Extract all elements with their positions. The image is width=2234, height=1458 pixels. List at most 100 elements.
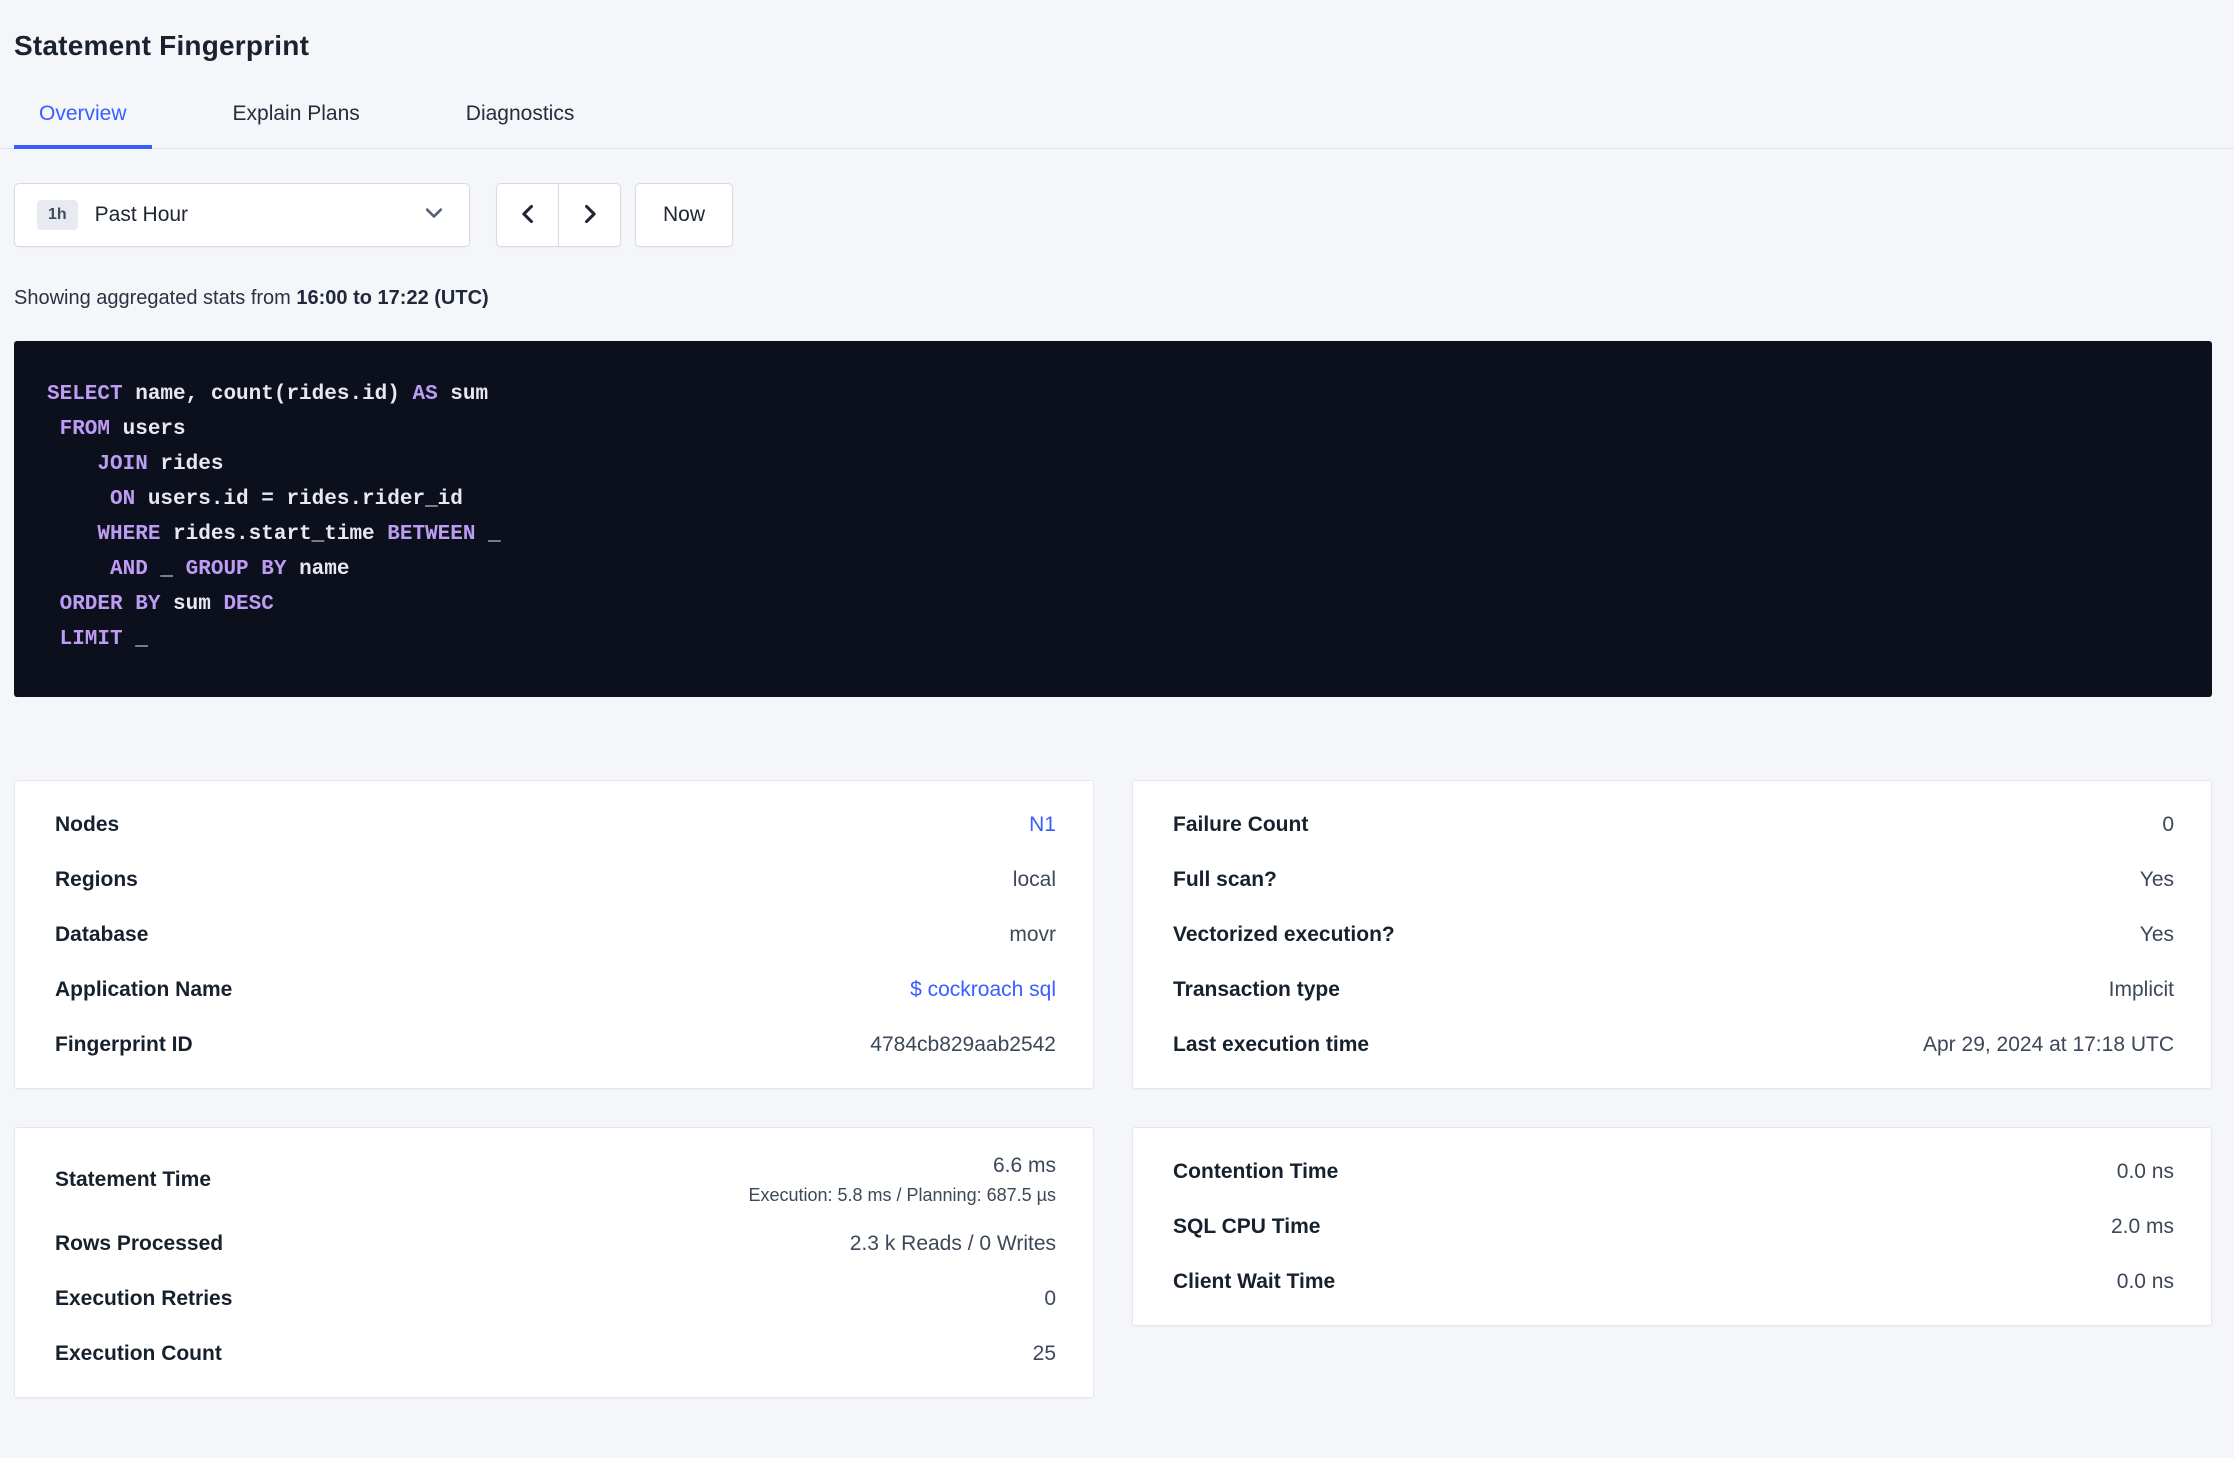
card-row: Failure Count 0 xyxy=(1173,797,2174,852)
row-value-wrap: local xyxy=(1013,868,1056,892)
chevron-right-icon xyxy=(579,203,601,228)
sql-statement-box: SELECT name, count(rides.id) AS sum FROM… xyxy=(14,341,2212,697)
row-value-link[interactable]: N1 xyxy=(1029,813,1056,836)
row-value-wrap: 6.6 ms Execution: 5.8 ms / Planning: 687.… xyxy=(748,1154,1056,1206)
row-value-link[interactable]: $ cockroach sql xyxy=(910,978,1056,1001)
row-value-wrap: Yes xyxy=(2140,923,2174,947)
card-row: Statement Time 6.6 ms Execution: 5.8 ms / … xyxy=(55,1144,1056,1216)
time-step-buttons xyxy=(496,183,621,247)
aggregated-stats-summary: Showing aggregated stats from 16:00 to 1… xyxy=(14,287,2212,310)
next-interval-button[interactable] xyxy=(558,183,621,247)
row-value: Implicit xyxy=(2108,977,2174,1001)
row-label: Regions xyxy=(55,867,138,891)
row-value: Apr 29, 2024 at 17:18 UTC xyxy=(1923,1032,2174,1056)
row-value: 0.0 ns xyxy=(2116,1159,2174,1183)
card-row: Fingerprint ID 4784cb829aab2542 xyxy=(55,1017,1056,1072)
row-value-wrap: movr xyxy=(1009,923,1056,947)
card-row: Last execution time Apr 29, 2024 at 17:18… xyxy=(1173,1017,2174,1072)
card-row: Execution Retries 0 xyxy=(55,1271,1056,1326)
row-label: Rows Processed xyxy=(55,1231,224,1255)
row-label: Failure Count xyxy=(1173,812,1309,836)
sql-keyword: BETWEEN xyxy=(387,523,476,546)
sql-keyword: WHERE xyxy=(47,523,161,546)
row-value-wrap: 0.0 ns xyxy=(2117,1270,2174,1294)
card-row: Vectorized execution? Yes xyxy=(1173,907,2174,962)
sql-text: rides xyxy=(147,453,224,476)
row-value-wrap: Apr 29, 2024 at 17:18 UTC xyxy=(1923,1033,2174,1057)
statement-fingerprint-page: Statement Fingerprint Overview Explain P… xyxy=(0,0,2234,1398)
row-value: 6.6 ms xyxy=(992,1154,1056,1177)
sql-keyword: GROUP BY xyxy=(185,558,287,581)
sql-text: users.id = rides.rider_id xyxy=(135,488,463,511)
row-label: Full scan? xyxy=(1173,867,1277,891)
tab-explain-plans[interactable]: Explain Plans xyxy=(208,96,385,148)
row-label: SQL CPU Time xyxy=(1173,1214,1321,1238)
row-label: Last execution time xyxy=(1173,1032,1370,1056)
card-statement-times: Statement Time 6.6 ms Execution: 5.8 ms / … xyxy=(14,1127,1094,1398)
row-value-wrap: 0 xyxy=(2162,813,2174,837)
tab-overview[interactable]: Overview xyxy=(14,96,152,149)
sql-text: name xyxy=(286,558,350,581)
row-label: Contention Time xyxy=(1173,1159,1339,1183)
sql-code-line: LIMIT _ xyxy=(47,622,2172,657)
time-range-badge: 1h xyxy=(37,200,78,230)
sql-code-line: SELECT name, count(rides.id) AS sum xyxy=(47,377,2172,412)
page-title: Statement Fingerprint xyxy=(14,30,310,61)
card-row: Transaction type Implicit xyxy=(1173,962,2174,1017)
card-row: Database movr xyxy=(55,907,1056,962)
row-value-wrap: 0.0 ns xyxy=(2117,1160,2174,1184)
sql-keyword: ON xyxy=(47,488,136,511)
sql-text: name, count(rides.id) xyxy=(122,383,413,406)
sql-text: users xyxy=(110,418,186,441)
sql-text: sum xyxy=(437,383,489,406)
sql-text: _ xyxy=(147,558,186,581)
row-value-wrap: Yes xyxy=(2140,868,2174,892)
previous-interval-button[interactable] xyxy=(496,183,559,247)
card-row: Application Name $ cockroach sql xyxy=(55,962,1056,1017)
sql-keyword: ORDER BY xyxy=(47,593,161,616)
sql-keyword: FROM xyxy=(47,418,111,441)
row-label: Execution Retries xyxy=(55,1286,233,1310)
tab-bar: Overview Explain Plans Diagnostics xyxy=(0,96,2234,149)
card-row: Client Wait Time 0.0 ns xyxy=(1173,1254,2174,1309)
card-execution-attributes: Failure Count 0 Full scan? Yes Vectorized ex… xyxy=(1132,780,2212,1089)
card-resource-times: Contention Time 0.0 ns SQL CPU Time 2.0 ms C… xyxy=(1132,1127,2212,1326)
card-row: SQL CPU Time 2.0 ms xyxy=(1173,1199,2174,1254)
tab-diagnostics[interactable]: Diagnostics xyxy=(441,96,600,148)
sql-code-line: FROM users xyxy=(47,412,2172,447)
sql-code-line: ON users.id = rides.rider_id xyxy=(47,482,2172,517)
sql-code-line: JOIN rides xyxy=(47,447,2172,482)
time-range-dropdown[interactable]: 1h Past Hour xyxy=(14,183,470,247)
row-value-wrap: 2.3 k Reads / 0 Writes xyxy=(850,1232,1056,1256)
summary-prefix: Showing aggregated stats from xyxy=(14,287,297,309)
row-value-wrap: 2.0 ms xyxy=(2111,1215,2174,1239)
sql-code: SELECT name, count(rides.id) AS sum FROM… xyxy=(47,377,2172,657)
sql-keyword: AND xyxy=(47,558,148,581)
sql-code-line: ORDER BY sum DESC xyxy=(47,587,2172,622)
row-label: Application Name xyxy=(55,977,233,1001)
sql-keyword: SELECT xyxy=(47,383,123,406)
row-value: 2.3 k Reads / 0 Writes xyxy=(849,1231,1056,1255)
row-label: Fingerprint ID xyxy=(55,1032,193,1056)
row-value: Yes xyxy=(2139,922,2174,946)
sql-text: _ xyxy=(475,523,501,546)
row-subvalue: Execution: 5.8 ms / Planning: 687.5 µs xyxy=(748,1185,1056,1205)
sql-keyword: LIMIT xyxy=(47,628,123,651)
sql-keyword: AS xyxy=(412,383,438,406)
sql-keyword: DESC xyxy=(223,593,274,616)
sql-code-line: AND _ GROUP BY name xyxy=(47,552,2172,587)
row-value-wrap: 0 xyxy=(1044,1287,1056,1311)
row-value: 0.0 ns xyxy=(2116,1269,2174,1293)
sql-keyword: JOIN xyxy=(47,453,148,476)
sql-text: _ xyxy=(122,628,148,651)
row-label: Execution Count xyxy=(55,1341,222,1365)
row-value: Yes xyxy=(2139,867,2174,891)
time-range-label: Past Hour xyxy=(94,203,189,226)
row-label: Statement Time xyxy=(55,1168,211,1191)
now-button[interactable]: Now xyxy=(635,183,734,247)
row-value: 0 xyxy=(1044,1286,1056,1310)
row-value-wrap: Implicit xyxy=(2109,978,2174,1002)
chevron-left-icon xyxy=(517,203,539,228)
row-value: 0 xyxy=(2162,812,2174,836)
card-statement-details: Nodes N1 Regions local Database movr Applicati… xyxy=(14,780,1094,1089)
